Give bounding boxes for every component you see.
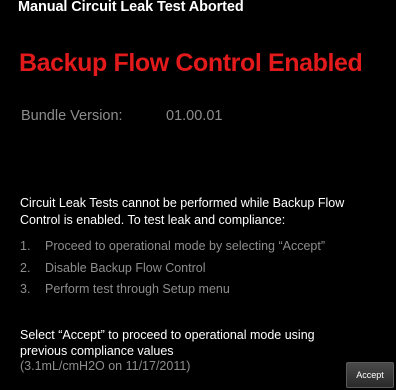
instruction-step: 3. Perform test through Setup menu (20, 279, 325, 301)
accept-prompt: Select “Accept” to proceed to operationa… (20, 328, 315, 358)
previous-compliance-values: (3.1mL/cmH2O on 11/17/2011) (20, 359, 191, 373)
accept-button[interactable]: Accept (346, 362, 394, 388)
step-number: 3. (20, 282, 31, 296)
bundle-version-value: 01.00.01 (166, 108, 223, 124)
instruction-step: 2. Disable Backup Flow Control (20, 258, 325, 280)
instruction-step: 1. Proceed to operational mode by selecti… (20, 236, 325, 258)
bundle-version-label: Bundle Version: (21, 108, 123, 124)
instruction-steps: 1. Proceed to operational mode by selecti… (20, 236, 325, 301)
step-number: 1. (20, 239, 31, 253)
step-number: 2. (20, 260, 31, 275)
screen-title: Manual Circuit Leak Test Aborted (18, 0, 244, 15)
step-text: Proceed to operational mode by selecting… (45, 239, 326, 253)
leak-test-aborted-screen: Manual Circuit Leak Test Aborted Backup … (0, 0, 396, 390)
leak-test-message: Circuit Leak Tests cannot be performed w… (20, 196, 345, 227)
backup-flow-headline: Backup Flow Control Enabled (19, 49, 363, 77)
step-text: Perform test through Setup menu (45, 282, 230, 296)
step-text: Disable Backup Flow Control (45, 260, 206, 275)
